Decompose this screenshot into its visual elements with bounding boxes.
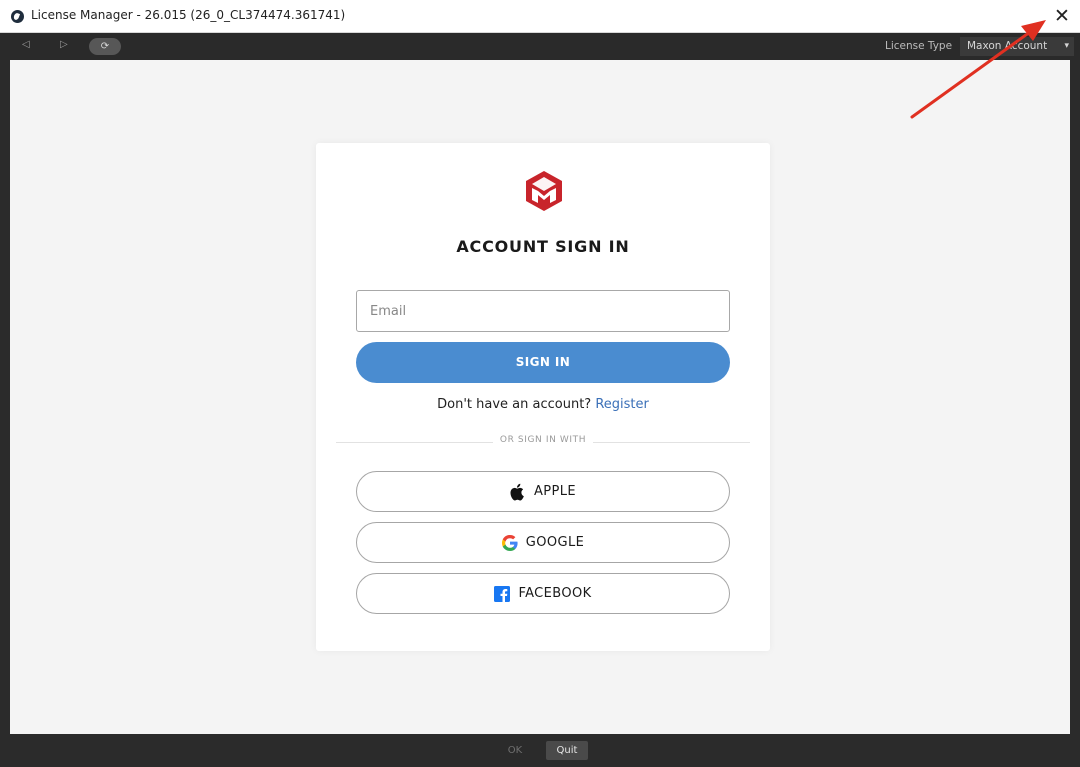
apple-icon	[510, 483, 524, 500]
google-sign-in-button[interactable]: GOOGLE	[356, 522, 730, 563]
window-titlebar: License Manager - 26.015 (26_0_CL374474.…	[0, 0, 1080, 33]
divider: OR SIGN IN WITH	[336, 433, 750, 451]
back-icon[interactable]: ◁	[22, 39, 30, 50]
no-account-text: Don't have an account?	[437, 397, 592, 412]
forward-icon[interactable]: ▷	[60, 39, 68, 50]
content-area: ACCOUNT SIGN IN SIGN IN Don't have an ac…	[10, 60, 1070, 734]
license-type-select[interactable]: Maxon Account ▾	[960, 37, 1074, 56]
page-title: ACCOUNT SIGN IN	[456, 237, 630, 256]
quit-button[interactable]: Quit	[546, 741, 588, 760]
apple-sign-in-button[interactable]: APPLE	[356, 471, 730, 512]
register-link[interactable]: Register	[595, 397, 649, 412]
license-type-label: License Type	[885, 40, 953, 52]
refresh-button[interactable]: ⟳	[89, 38, 121, 55]
facebook-sign-in-button[interactable]: FACEBOOK	[356, 573, 730, 614]
register-prompt: Don't have an account? Register	[316, 397, 770, 412]
dialog-footer: OK Quit	[0, 734, 1080, 767]
sign-in-button[interactable]: SIGN IN	[356, 342, 730, 383]
window-title: License Manager - 26.015 (26_0_CL374474.…	[31, 8, 346, 22]
close-button[interactable]: ✕	[1048, 3, 1076, 29]
maxon-logo-icon	[526, 171, 562, 211]
google-icon	[501, 534, 518, 551]
facebook-button-label: FACEBOOK	[518, 586, 592, 601]
ok-button[interactable]: OK	[500, 741, 530, 760]
google-button-label: GOOGLE	[525, 535, 585, 550]
chevron-down-icon: ▾	[1064, 41, 1069, 51]
apple-button-label: APPLE	[533, 484, 577, 499]
toolbar: ◁ ▷ ⟳ License Type Maxon Account ▾	[0, 33, 1080, 60]
email-field[interactable]	[356, 290, 730, 332]
facebook-icon	[494, 585, 511, 602]
license-type-value: Maxon Account	[967, 40, 1048, 52]
divider-text: OR SIGN IN WITH	[493, 435, 593, 445]
app-icon	[11, 10, 24, 23]
signin-card: ACCOUNT SIGN IN SIGN IN Don't have an ac…	[316, 143, 770, 651]
